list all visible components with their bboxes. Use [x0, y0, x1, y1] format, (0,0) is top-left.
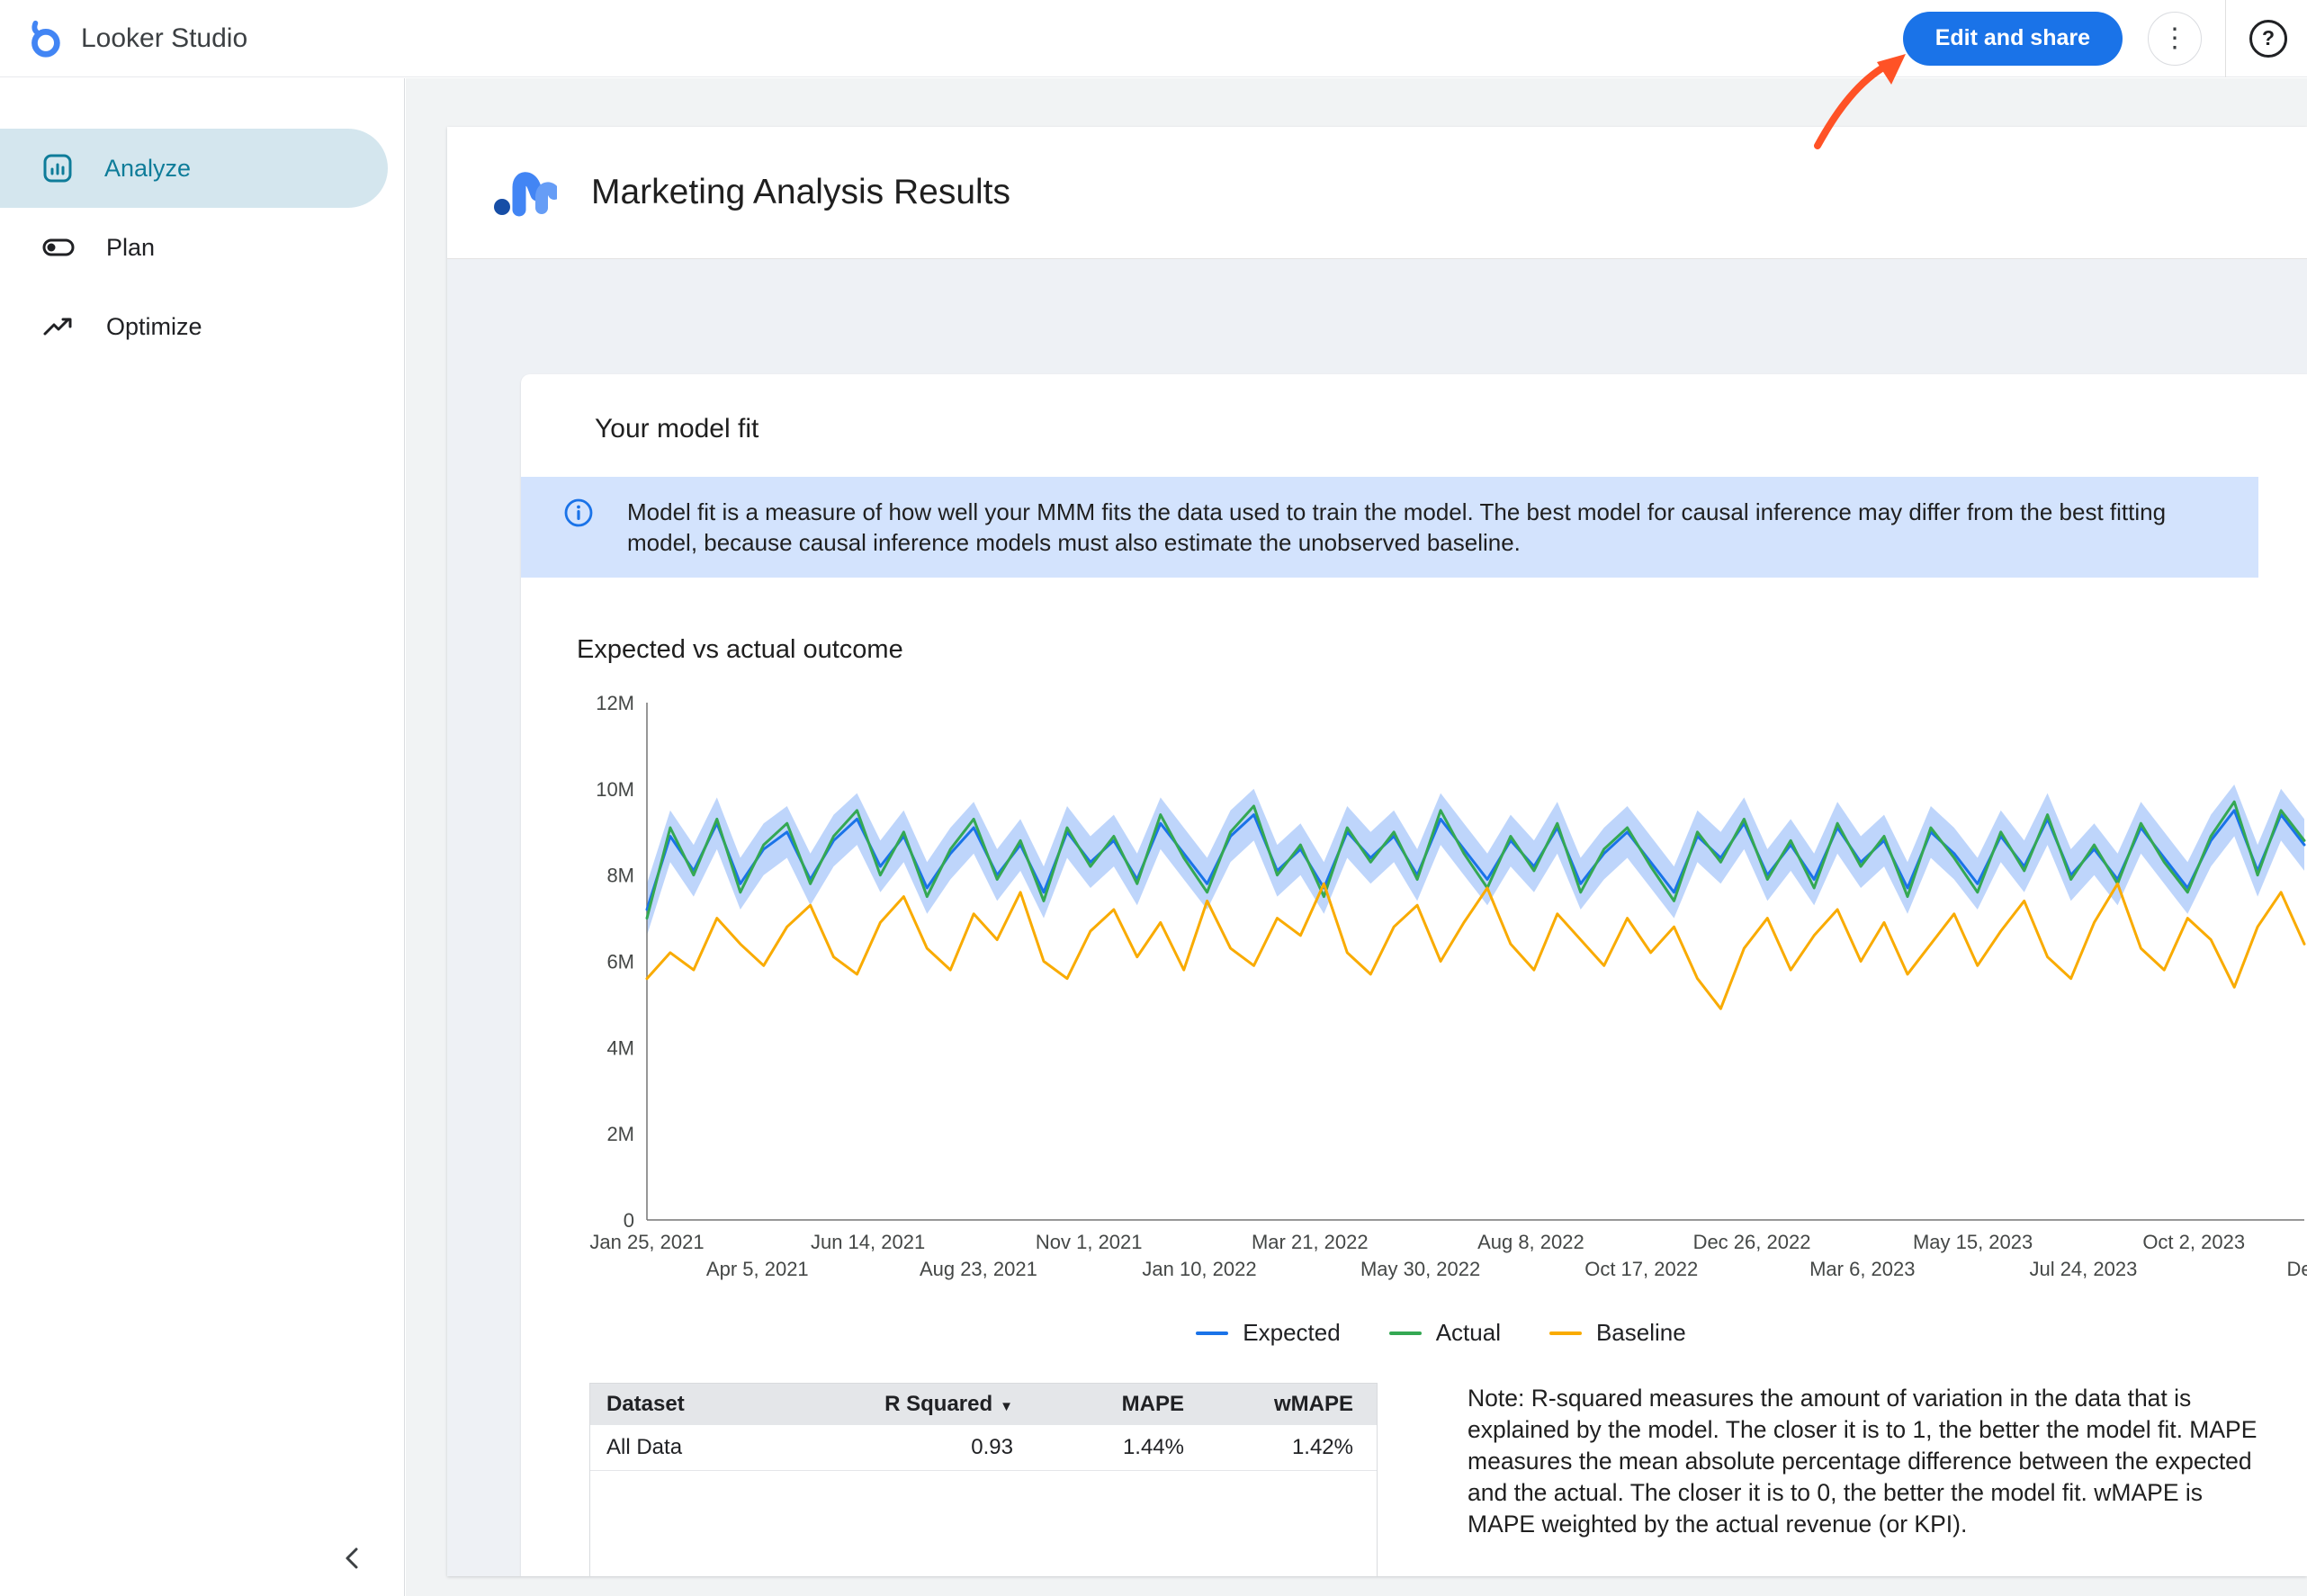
- metrics-note: Note: R-squared measures the amount of v…: [1468, 1383, 2268, 1540]
- sidebar: Analyze Plan Optimize: [0, 78, 405, 1596]
- svg-text:Aug 8, 2022: Aug 8, 2022: [1477, 1231, 1584, 1253]
- info-banner: Model fit is a measure of how well your …: [521, 477, 2258, 578]
- edit-and-share-button[interactable]: Edit and share: [1903, 12, 2123, 66]
- svg-text:Jan 10, 2022: Jan 10, 2022: [1142, 1258, 1256, 1280]
- cell-mape: 1.44%: [1037, 1435, 1207, 1460]
- sidebar-item-optimize[interactable]: Optimize: [0, 287, 388, 366]
- svg-text:Aug 23, 2021: Aug 23, 2021: [920, 1258, 1037, 1280]
- col-header-wmape[interactable]: wMAPE: [1207, 1392, 1377, 1417]
- legend-swatch: [1389, 1331, 1422, 1335]
- results-row: Dataset R Squared ▼ MAPE wMAPE All Data 0…: [589, 1383, 2307, 1576]
- svg-text:Jun 14, 2021: Jun 14, 2021: [811, 1231, 925, 1253]
- svg-text:12M: 12M: [596, 692, 634, 714]
- legend-label: Expected: [1243, 1319, 1340, 1347]
- sort-descending-icon: ▼: [1000, 1399, 1013, 1414]
- more-options-button[interactable]: ⋮: [2148, 12, 2202, 66]
- model-fit-chart: 02M4M6M8M10M12MJan 25, 2021Apr 5, 2021Ju…: [575, 686, 2307, 1310]
- svg-text:Dec: Dec: [2286, 1258, 2307, 1280]
- model-fit-table: Dataset R Squared ▼ MAPE wMAPE All Data 0…: [589, 1383, 1378, 1576]
- svg-text:10M: 10M: [596, 778, 634, 801]
- svg-text:Nov 1, 2021: Nov 1, 2021: [1036, 1231, 1143, 1253]
- svg-text:Oct 2, 2023: Oct 2, 2023: [2142, 1231, 2245, 1253]
- topbar-divider: [2225, 0, 2226, 77]
- chart-title: Expected vs actual outcome: [577, 635, 2307, 665]
- trending-up-icon: [41, 310, 76, 343]
- svg-text:May 30, 2022: May 30, 2022: [1360, 1258, 1480, 1280]
- svg-text:Jul 24, 2023: Jul 24, 2023: [2029, 1258, 2137, 1280]
- table-row: All Data 0.93 1.44% 1.42%: [590, 1425, 1377, 1471]
- legend-item-expected[interactable]: Expected: [1196, 1319, 1340, 1347]
- col-header-r-squared[interactable]: R Squared ▼: [844, 1392, 1037, 1417]
- svg-text:6M: 6M: [606, 951, 634, 973]
- info-icon: [562, 497, 595, 536]
- report-canvas: Marketing Analysis Results Your model fi…: [447, 127, 2307, 1576]
- col-header-mape[interactable]: MAPE: [1037, 1392, 1207, 1417]
- app-title: Looker Studio: [81, 23, 247, 54]
- legend-swatch: [1549, 1331, 1582, 1335]
- legend-swatch: [1196, 1331, 1228, 1335]
- analytics-icon: [41, 152, 74, 184]
- sidebar-item-label: Optimize: [106, 313, 202, 341]
- col-header-dataset[interactable]: Dataset: [590, 1392, 844, 1417]
- sidebar-item-analyze[interactable]: Analyze: [0, 129, 388, 208]
- svg-text:Mar 21, 2022: Mar 21, 2022: [1252, 1231, 1369, 1253]
- chart-container: 02M4M6M8M10M12MJan 25, 2021Apr 5, 2021Ju…: [575, 686, 2307, 1347]
- sidebar-item-plan[interactable]: Plan: [0, 208, 388, 287]
- cell-dataset: All Data: [590, 1435, 844, 1460]
- chart-legend: Expected Actual Baseline: [575, 1319, 2307, 1347]
- toggle-icon: [41, 231, 76, 264]
- report-body: Your model fit Model fit is a measure of…: [447, 259, 2307, 1576]
- svg-text:2M: 2M: [606, 1123, 634, 1145]
- card-title: Your model fit: [521, 414, 2307, 444]
- looker-studio-logo: [23, 18, 65, 59]
- cell-wmape: 1.42%: [1207, 1435, 1377, 1460]
- sidebar-collapse-button[interactable]: [332, 1538, 373, 1582]
- svg-text:Jan 25, 2021: Jan 25, 2021: [589, 1231, 704, 1253]
- marketing-logo: [492, 164, 557, 222]
- svg-text:4M: 4M: [606, 1036, 634, 1059]
- main-area: Marketing Analysis Results Your model fi…: [406, 78, 2307, 1596]
- svg-text:May 15, 2023: May 15, 2023: [1913, 1231, 2033, 1253]
- model-fit-card: Your model fit Model fit is a measure of…: [521, 374, 2307, 1576]
- legend-label: Baseline: [1596, 1319, 1686, 1347]
- cell-r-squared: 0.93: [844, 1435, 1037, 1460]
- svg-text:Mar 6, 2023: Mar 6, 2023: [1809, 1258, 1915, 1280]
- info-banner-text: Model fit is a measure of how well your …: [627, 497, 2204, 558]
- svg-text:Oct 17, 2022: Oct 17, 2022: [1584, 1258, 1698, 1280]
- help-question-icon: ?: [2249, 20, 2287, 58]
- svg-text:0: 0: [624, 1209, 634, 1232]
- help-button[interactable]: ?: [2249, 20, 2287, 58]
- table-empty-area: [590, 1471, 1377, 1576]
- report-header: Marketing Analysis Results: [447, 127, 2307, 259]
- legend-label: Actual: [1436, 1319, 1501, 1347]
- kebab-vertical-icon: ⋮: [2161, 25, 2188, 52]
- col-header-label: R Squared: [884, 1392, 992, 1416]
- page-title: Marketing Analysis Results: [591, 173, 1010, 212]
- svg-text:8M: 8M: [606, 865, 634, 887]
- sidebar-item-label: Analyze: [104, 155, 191, 183]
- sidebar-nav: Analyze Plan Optimize: [0, 78, 404, 366]
- topbar: Looker Studio Edit and share ⋮ ?: [0, 0, 2307, 77]
- legend-item-actual[interactable]: Actual: [1389, 1319, 1501, 1347]
- svg-text:Dec 26, 2022: Dec 26, 2022: [1693, 1231, 1811, 1253]
- chevron-left-icon: [337, 1543, 368, 1574]
- table-header-row: Dataset R Squared ▼ MAPE wMAPE: [590, 1384, 1377, 1425]
- sidebar-item-label: Plan: [106, 234, 155, 262]
- legend-item-baseline[interactable]: Baseline: [1549, 1319, 1686, 1347]
- svg-text:Apr 5, 2021: Apr 5, 2021: [706, 1258, 809, 1280]
